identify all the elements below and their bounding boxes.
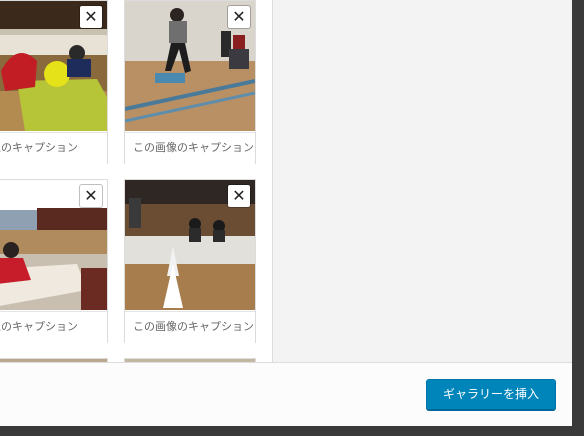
remove-icon[interactable]: ✕ bbox=[80, 185, 102, 207]
caption-field[interactable]: この画像のキャプション bbox=[125, 311, 255, 343]
caption-field[interactable]: この画像のキャプション bbox=[0, 132, 107, 164]
caption-text: この画像のキャプション bbox=[0, 141, 78, 154]
modal-backdrop bbox=[572, 0, 584, 436]
caption-text: この画像のキャプション bbox=[133, 320, 254, 333]
gallery-item[interactable]: ✕ この画像のキャプション bbox=[124, 0, 256, 164]
caption-field[interactable]: この画像のキャプション bbox=[125, 132, 255, 164]
caption-field[interactable]: この画像のキャプション bbox=[0, 311, 107, 343]
attachment-details-sidebar bbox=[272, 0, 572, 362]
modal-backdrop bbox=[0, 426, 584, 436]
caption-text: この画像のキャプション bbox=[0, 320, 78, 333]
remove-icon[interactable]: ✕ bbox=[228, 6, 250, 28]
gallery-item[interactable]: ✕ この画像のキャプション bbox=[0, 179, 108, 343]
insert-gallery-button[interactable]: ギャラリーを挿入 bbox=[426, 379, 556, 410]
remove-icon[interactable]: ✕ bbox=[80, 6, 102, 28]
gallery-item[interactable]: ✕ この画像のキャプション bbox=[0, 0, 108, 164]
modal-toolbar: ギャラリーを挿入 bbox=[0, 362, 572, 426]
gallery-grid: ✕ この画像のキャプション bbox=[0, 0, 272, 362]
caption-text: この画像のキャプション bbox=[133, 141, 254, 154]
gallery-item[interactable]: ✕ この画像のキャプション bbox=[124, 179, 256, 343]
remove-icon[interactable]: ✕ bbox=[228, 185, 250, 207]
media-modal: ✕ この画像のキャプション bbox=[0, 0, 572, 426]
